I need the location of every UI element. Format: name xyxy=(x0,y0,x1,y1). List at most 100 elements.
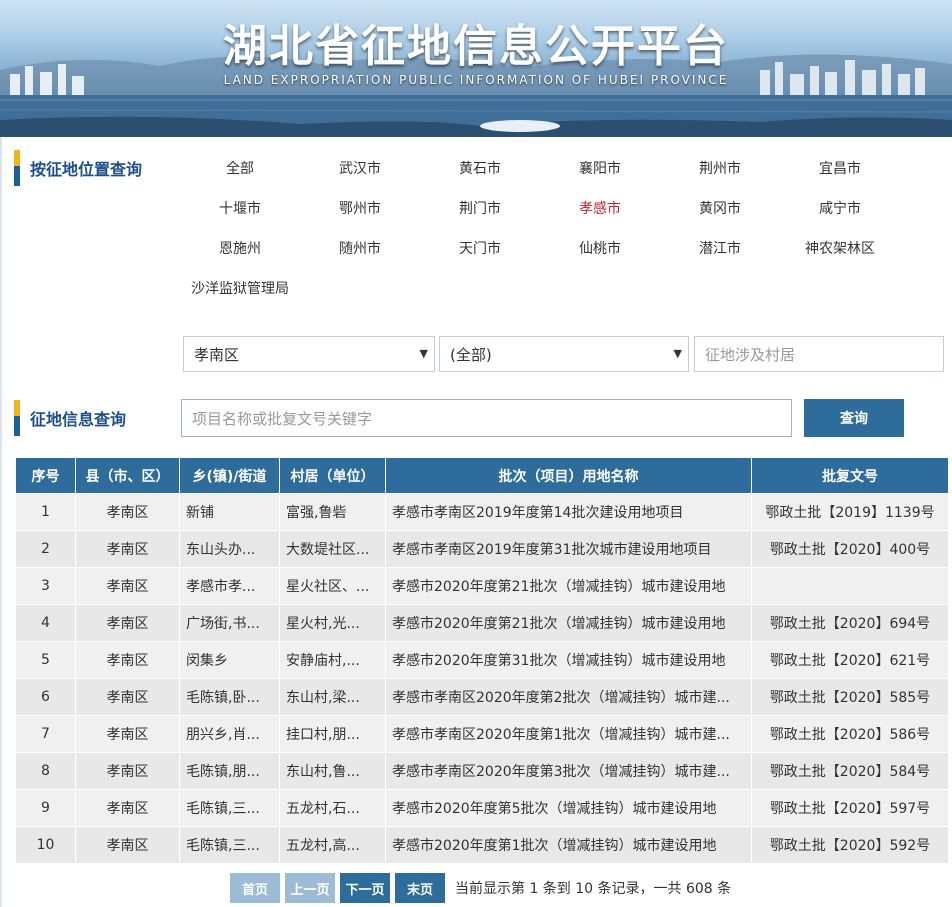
county-select[interactable]: 孝南区 ▼ xyxy=(183,336,435,372)
location-section-title: 按征地位置查询 xyxy=(30,160,143,179)
table-cell: 富强,鲁砦 xyxy=(279,493,386,531)
table-cell xyxy=(751,567,949,605)
table-cell: 孝南区 xyxy=(75,493,180,531)
table-cell: 7 xyxy=(15,715,76,753)
search-button[interactable]: 查询 xyxy=(804,399,904,437)
table-cell: 鄂政土批【2019】1139号 xyxy=(751,493,949,531)
table-cell: 新铺 xyxy=(179,493,280,531)
region-link[interactable]: 宜昌市 xyxy=(780,158,900,178)
table-cell: 鄂政土批【2020】597号 xyxy=(751,789,949,827)
table-cell: 东山村,鲁... xyxy=(279,752,386,790)
keyword-input[interactable]: 项目名称或批复文号关键字 xyxy=(181,399,792,437)
table-row[interactable]: 6 孝南区 毛陈镇,卧... 东山村,梁... 孝感市孝南区2020年度第2批次（增减挂… xyxy=(15,678,949,716)
table-row[interactable]: 7 孝南区 朋兴乡,肖... 挂口村,朋... 孝感市孝南区2020年度第1批次（增减挂… xyxy=(15,715,949,753)
table-cell: 孝感市2020年度第21批次（增减挂钩）城市建设用地 xyxy=(385,567,752,605)
region-link[interactable]: 仙桃市 xyxy=(540,238,660,258)
table-cell: 孝南区 xyxy=(75,641,180,679)
table-cell: 孝南区 xyxy=(75,752,180,790)
village-input-placeholder: 征地涉及村居 xyxy=(705,345,796,364)
region-link[interactable]: 孝感市 xyxy=(540,198,660,218)
table-cell: 安静庙村,... xyxy=(279,641,386,679)
info-section-title: 征地信息查询 xyxy=(30,410,127,429)
region-link[interactable]: 天门市 xyxy=(420,238,540,258)
table-cell: 1 xyxy=(15,493,76,531)
table-cell: 孝南区 xyxy=(75,567,180,605)
region-link[interactable]: 襄阳市 xyxy=(540,158,660,178)
table-cell: 毛陈镇,三... xyxy=(179,789,280,827)
pagination: 首页 上一页 下一页 末页 当前显示第 1 条到 10 条记录，一共 608 条 xyxy=(230,873,731,903)
table-cell: 朋兴乡,肖... xyxy=(179,715,280,753)
pagination-info: 当前显示第 1 条到 10 条记录，一共 608 条 xyxy=(455,881,732,897)
table-cell: 星火村,光... xyxy=(279,604,386,642)
town-select[interactable]: (全部) ▼ xyxy=(439,336,689,372)
region-link[interactable]: 潜江市 xyxy=(660,238,780,258)
region-link[interactable]: 十堰市 xyxy=(180,198,300,218)
table-cell: 毛陈镇,朋... xyxy=(179,752,280,790)
table-cell: 五龙村,高... xyxy=(279,826,386,864)
table-cell: 8 xyxy=(15,752,76,790)
table-cell: 闵集乡 xyxy=(179,641,280,679)
section-marker-icon xyxy=(14,400,20,436)
chevron-down-icon: ▼ xyxy=(673,347,682,360)
region-link[interactable]: 随州市 xyxy=(300,238,420,258)
region-link[interactable]: 荆州市 xyxy=(660,158,780,178)
table-cell: 毛陈镇,卧... xyxy=(179,678,280,716)
region-link[interactable]: 全部 xyxy=(180,158,300,178)
table-cell: 大数堤社区... xyxy=(279,530,386,568)
site-subtitle: LAND EXPROPRIATION PUBLIC INFORMATION OF… xyxy=(223,73,729,87)
table-cell: 孝南区 xyxy=(75,530,180,568)
table-cell: 孝感市孝南区2020年度第3批次（增减挂钩）城市建... xyxy=(385,752,752,790)
table-cell: 孝南区 xyxy=(75,678,180,716)
region-link[interactable]: 武汉市 xyxy=(300,158,420,178)
table-cell: 孝南区 xyxy=(75,789,180,827)
table-cell: 广场街,书... xyxy=(179,604,280,642)
table-cell: 9 xyxy=(15,789,76,827)
table-row[interactable]: 1 孝南区 新铺 富强,鲁砦 孝感市孝南区2019年度第14批次建设用地项目 鄂政土批【2… xyxy=(15,493,949,531)
table-cell: 孝感市2020年度第21批次（增减挂钩）城市建设用地 xyxy=(385,604,752,642)
table-cell: 孝感市孝南区2020年度第2批次（增减挂钩）城市建... xyxy=(385,678,752,716)
table-cell: 毛陈镇,三... xyxy=(179,826,280,864)
table-cell: 五龙村,石... xyxy=(279,789,386,827)
location-section-label: 按征地位置查询 xyxy=(14,150,142,186)
table-row[interactable]: 8 孝南区 毛陈镇,朋... 东山村,鲁... 孝感市孝南区2020年度第3批次（增减挂… xyxy=(15,752,949,790)
column-header: 乡(镇)/街道 xyxy=(179,457,280,494)
table-row[interactable]: 3 孝南区 孝感市孝... 星火社区、... 孝感市2020年度第21批次（增减挂钩）城… xyxy=(15,567,949,605)
table-row[interactable]: 5 孝南区 闵集乡 安静庙村,... 孝感市2020年度第31批次（增减挂钩）城市建设用… xyxy=(15,641,949,679)
last-page-button[interactable]: 末页 xyxy=(395,873,445,903)
column-header: 村居（单位） xyxy=(279,457,386,494)
keyword-input-placeholder: 项目名称或批复文号关键字 xyxy=(192,409,373,428)
table-cell: 孝感市2020年度第5批次（增减挂钩）城市建设用地 xyxy=(385,789,752,827)
table-cell: 东山头办... xyxy=(179,530,280,568)
table-cell: 鄂政土批【2020】694号 xyxy=(751,604,949,642)
table-cell: 孝感市孝... xyxy=(179,567,280,605)
region-link[interactable]: 咸宁市 xyxy=(780,198,900,218)
county-select-value: 孝南区 xyxy=(194,345,240,364)
table-cell: 2 xyxy=(15,530,76,568)
table-cell: 鄂政土批【2020】584号 xyxy=(751,752,949,790)
table-cell: 孝感市孝南区2020年度第1批次（增减挂钩）城市建... xyxy=(385,715,752,753)
chevron-down-icon: ▼ xyxy=(419,347,428,360)
next-page-button[interactable]: 下一页 xyxy=(340,873,390,903)
region-link[interactable]: 鄂州市 xyxy=(300,198,420,218)
village-input[interactable]: 征地涉及村居 xyxy=(694,336,944,372)
table-row[interactable]: 9 孝南区 毛陈镇,三... 五龙村,石... 孝感市2020年度第5批次（增减挂钩）城… xyxy=(15,789,949,827)
first-page-button[interactable]: 首页 xyxy=(230,873,280,903)
results-table: 序号 县（市、区） 乡(镇)/街道 村居（单位） 批次（项目）用地名称 批复文号 1 孝南区… xyxy=(15,457,949,864)
table-row[interactable]: 10 孝南区 毛陈镇,三... 五龙村,高... 孝感市2020年度第1批次（增减挂钩）… xyxy=(15,826,949,864)
region-link[interactable]: 沙洋监狱管理局 xyxy=(170,278,310,298)
table-cell: 孝感市2020年度第31批次（增减挂钩）城市建设用地 xyxy=(385,641,752,679)
prev-page-button[interactable]: 上一页 xyxy=(285,873,335,903)
region-link[interactable]: 黄冈市 xyxy=(660,198,780,218)
region-link[interactable]: 神农架林区 xyxy=(780,238,900,258)
region-link[interactable]: 荆门市 xyxy=(420,198,540,218)
town-select-value: (全部) xyxy=(450,345,492,364)
header-banner: 湖北省征地信息公开平台 LAND EXPROPRIATION PUBLIC IN… xyxy=(0,0,952,137)
section-marker-icon xyxy=(14,150,20,186)
table-row[interactable]: 4 孝南区 广场街,书... 星火村,光... 孝感市2020年度第21批次（增减挂钩）… xyxy=(15,604,949,642)
table-cell: 鄂政土批【2020】585号 xyxy=(751,678,949,716)
table-cell: 孝感市孝南区2019年度第14批次建设用地项目 xyxy=(385,493,752,531)
region-link[interactable]: 黄石市 xyxy=(420,158,540,178)
table-cell: 星火社区、... xyxy=(279,567,386,605)
region-link[interactable]: 恩施州 xyxy=(180,238,300,258)
table-row[interactable]: 2 孝南区 东山头办... 大数堤社区... 孝感市孝南区2019年度第31批次城市建设… xyxy=(15,530,949,568)
